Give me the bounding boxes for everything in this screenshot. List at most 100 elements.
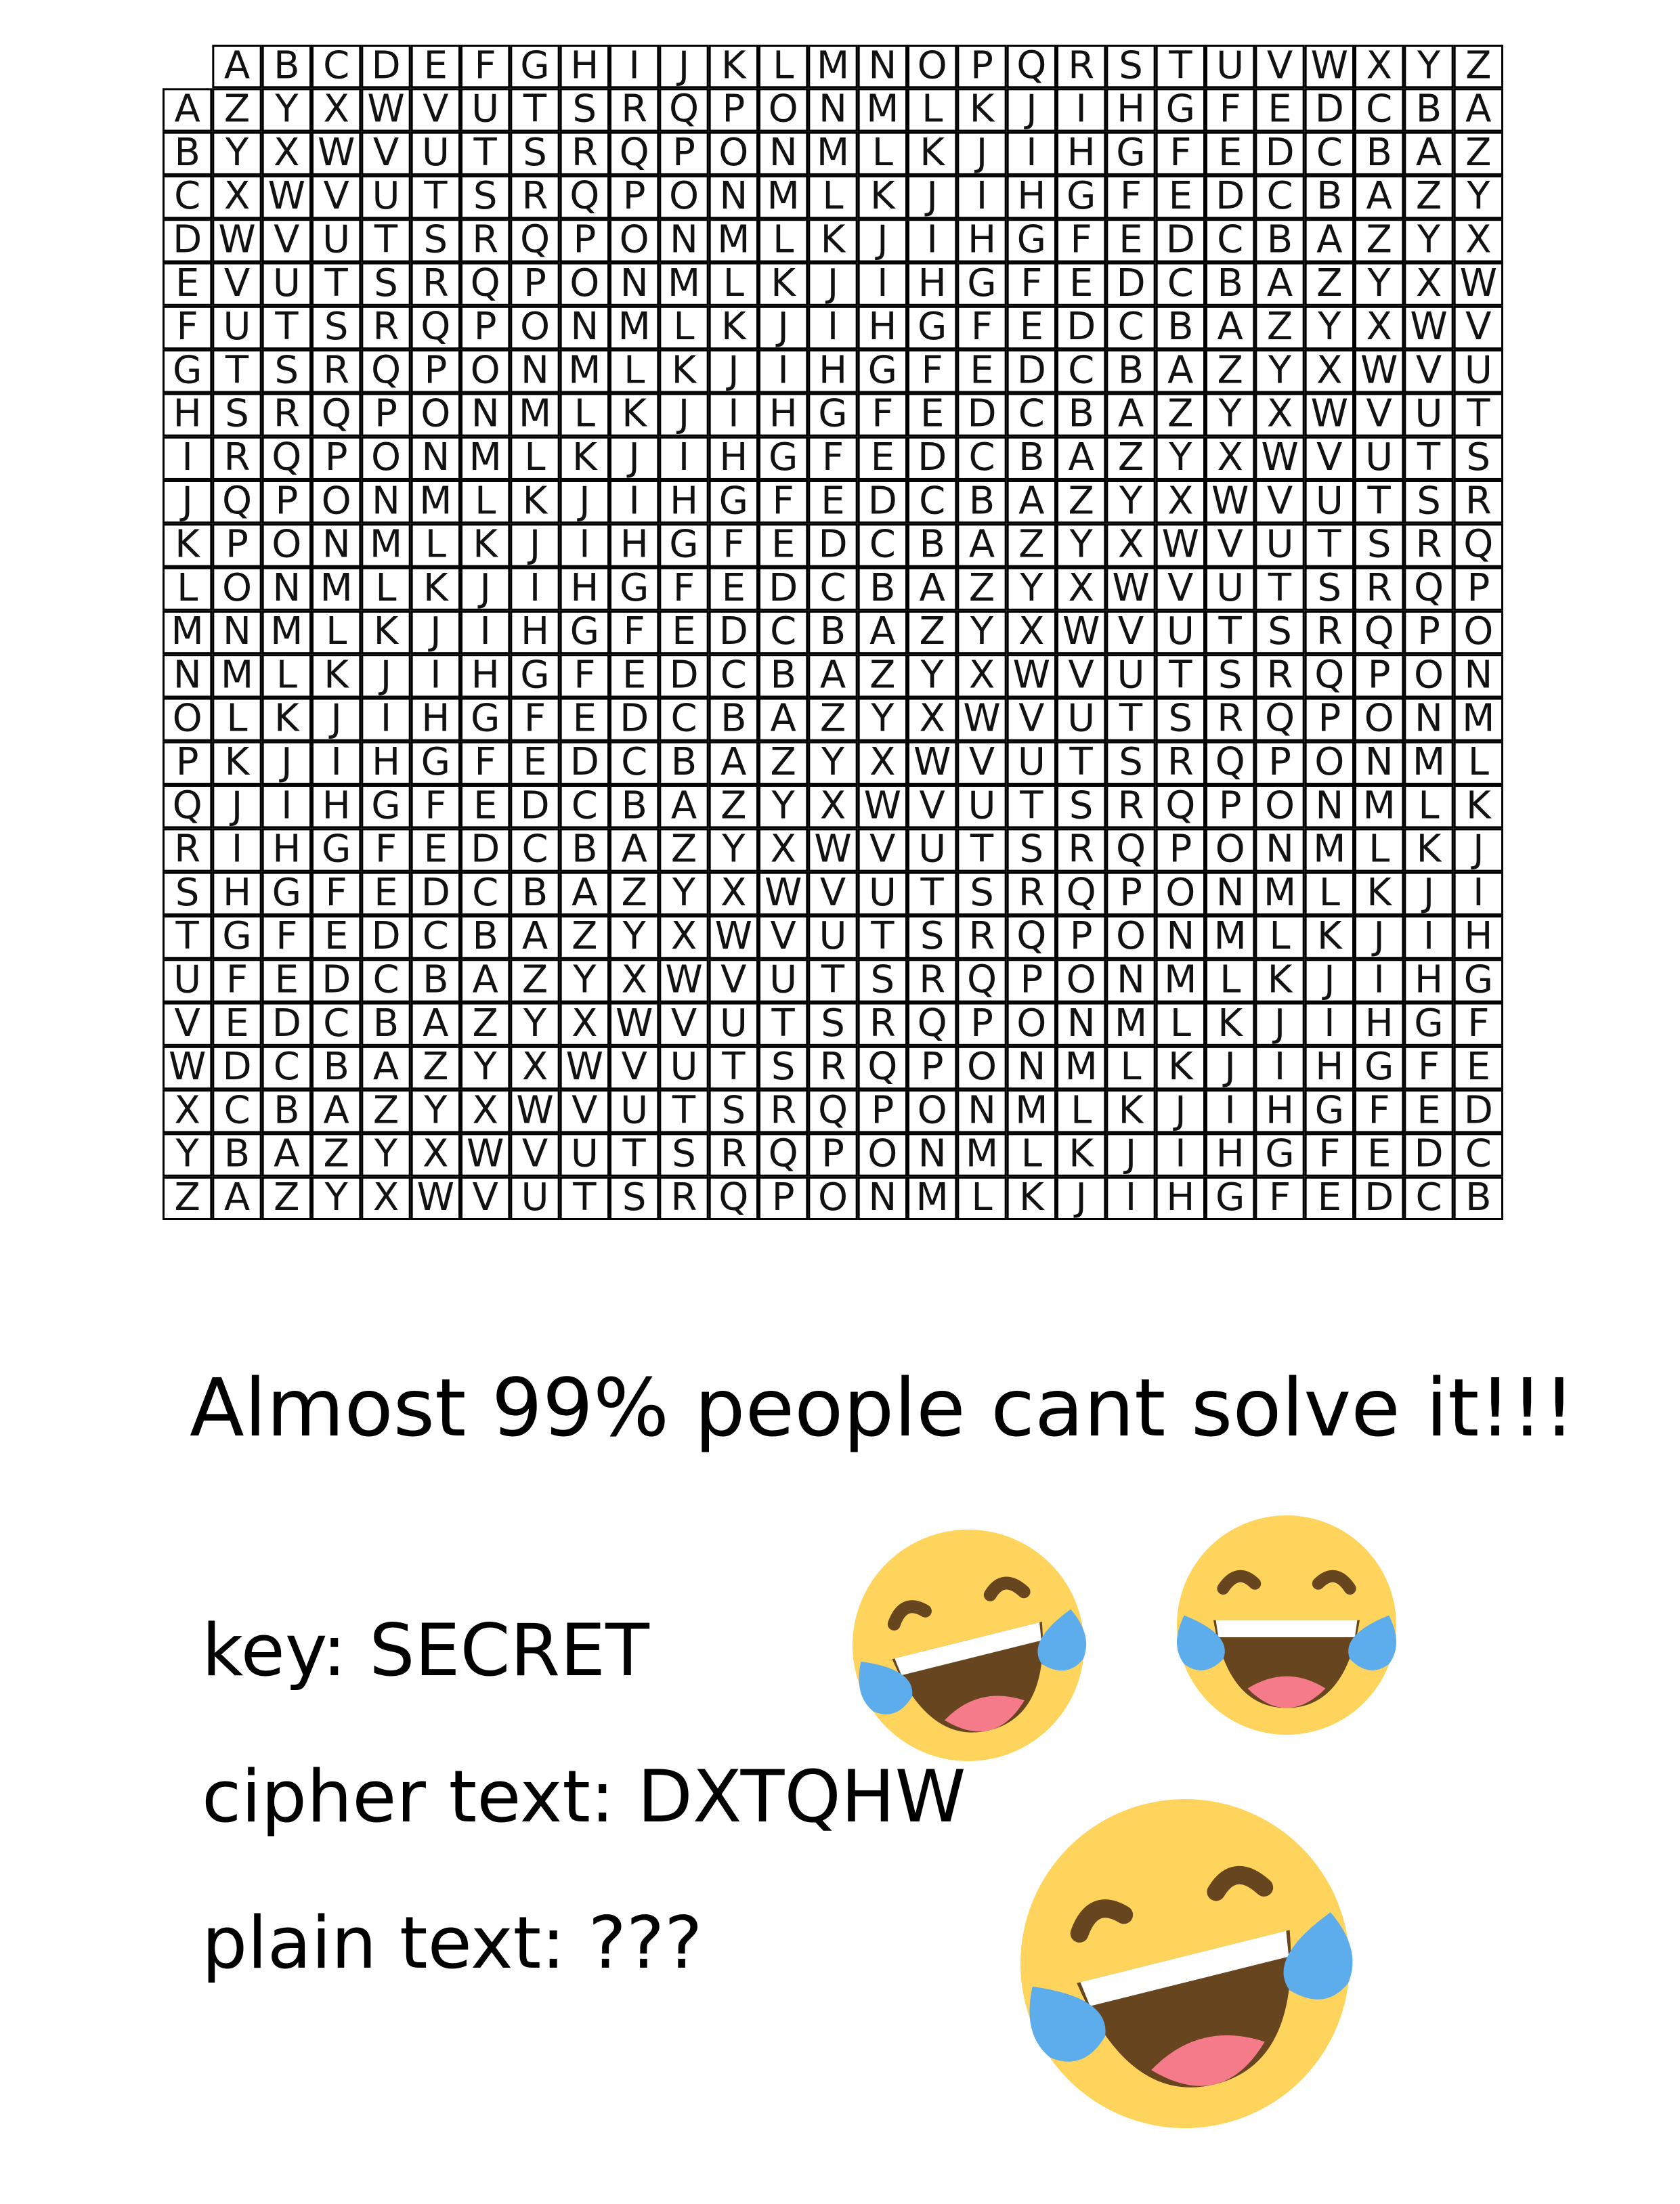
- table-letter: I: [1324, 1001, 1335, 1045]
- table-letter: T: [1317, 523, 1341, 567]
- table-letter: M: [1363, 783, 1396, 827]
- table-letter: V: [969, 740, 995, 784]
- table-letter: X: [1018, 609, 1044, 653]
- table-letter: C: [1217, 217, 1243, 261]
- table-letter: W: [268, 174, 305, 218]
- table-letter: Y: [523, 1001, 547, 1045]
- table-letter: V: [771, 914, 796, 958]
- header-letter: B: [274, 45, 299, 87]
- header-letter: J: [676, 45, 690, 87]
- table-letter: M: [270, 609, 303, 653]
- table-letter: C: [521, 827, 548, 871]
- table-letter: L: [971, 1175, 992, 1219]
- table-letter: L: [1120, 1045, 1141, 1089]
- table-letter: A: [473, 958, 498, 1002]
- table-letter: D: [570, 740, 599, 784]
- table-letter: X: [1465, 217, 1491, 261]
- table-letter: H: [272, 827, 301, 871]
- table-letter: M: [1164, 958, 1197, 1002]
- table-letter: T: [771, 1001, 796, 1045]
- table-letter: C: [572, 783, 598, 827]
- table-letter: C: [274, 1045, 300, 1089]
- table-letter: P: [821, 1132, 844, 1176]
- table-letter: L: [1220, 958, 1241, 1002]
- table-letter: U: [322, 217, 350, 261]
- table-letter: V: [324, 174, 349, 218]
- table-letter: A: [622, 827, 647, 871]
- row-key-letter: W: [169, 1045, 206, 1089]
- table-letter: L: [1418, 783, 1439, 827]
- table-letter: P: [523, 261, 546, 305]
- table-letter: L: [1369, 827, 1390, 871]
- table-letter: L: [872, 131, 893, 175]
- table-letter: I: [232, 827, 243, 871]
- table-letter: A: [324, 1088, 349, 1132]
- table-letter: P: [623, 174, 646, 218]
- table-letter: G: [967, 261, 996, 305]
- table-letter: T: [523, 87, 547, 131]
- headline: Almost 99% people cant solve it!!!: [190, 1361, 1576, 1454]
- table-letter: F: [1071, 217, 1092, 261]
- table-letter: V: [869, 827, 895, 871]
- table-letter: J: [726, 348, 739, 392]
- table-letter: A: [969, 523, 995, 567]
- table-letter: W: [318, 131, 355, 175]
- table-letter: D: [322, 958, 351, 1002]
- table-letter: E: [722, 566, 746, 610]
- table-letter: F: [276, 914, 297, 958]
- table-letter: I: [877, 261, 888, 305]
- table-letter: G: [520, 653, 549, 697]
- table-letter: E: [324, 914, 348, 958]
- table-letter: D: [818, 523, 847, 567]
- table-letter: M: [767, 174, 800, 218]
- table-letter: P: [374, 392, 397, 436]
- table-letter: K: [721, 305, 747, 349]
- table-letter: C: [472, 871, 498, 915]
- table-letter: I: [728, 392, 739, 436]
- table-letter: N: [421, 435, 450, 479]
- table-letter: P: [275, 479, 298, 523]
- table-letter: Q: [1463, 523, 1493, 567]
- table-letter: S: [324, 305, 349, 349]
- table-letter: K: [1168, 1045, 1194, 1089]
- table-letter: H: [620, 523, 649, 567]
- table-letter: W: [417, 1175, 454, 1219]
- table-letter: Y: [423, 1088, 448, 1132]
- table-letter: H: [918, 261, 947, 305]
- table-letter: U: [1167, 609, 1194, 653]
- row-key-letter: E: [175, 261, 199, 305]
- table-letter: Q: [967, 958, 997, 1002]
- table-letter: F: [1418, 1045, 1440, 1089]
- table-letter: T: [1268, 566, 1292, 610]
- table-letter: B: [820, 609, 846, 653]
- table-letter: R: [770, 1088, 796, 1132]
- table-letter: I: [1075, 87, 1087, 131]
- table-letter: G: [769, 435, 798, 479]
- table-letter: A: [820, 653, 846, 697]
- table-letter: O: [669, 174, 699, 218]
- table-letter: S: [424, 217, 448, 261]
- table-letter: M: [419, 479, 452, 523]
- table-letter: C: [968, 435, 995, 479]
- table-letter: H: [1415, 958, 1443, 1002]
- table-letter: Q: [520, 217, 550, 261]
- table-letter: J: [1322, 958, 1335, 1002]
- table-letter: B: [1068, 392, 1094, 436]
- table-letter: S: [1020, 827, 1044, 871]
- table-letter: O: [818, 1175, 848, 1219]
- table-letter: U: [471, 87, 499, 131]
- table-letter: S: [970, 871, 994, 915]
- table-letter: W: [367, 87, 404, 131]
- table-letter: R: [1018, 871, 1045, 915]
- table-letter: R: [1316, 609, 1343, 653]
- table-letter: C: [1316, 131, 1343, 175]
- table-letter: B: [969, 479, 995, 523]
- row-key-letter: M: [171, 609, 204, 653]
- table-letter: A: [423, 1001, 448, 1045]
- table-letter: T: [1069, 740, 1094, 784]
- row-key-letter: P: [176, 740, 199, 784]
- header-letter: A: [224, 45, 250, 87]
- row-key-letter: Z: [174, 1175, 200, 1219]
- table-letter: V: [1366, 392, 1392, 436]
- table-letter: F: [922, 348, 943, 392]
